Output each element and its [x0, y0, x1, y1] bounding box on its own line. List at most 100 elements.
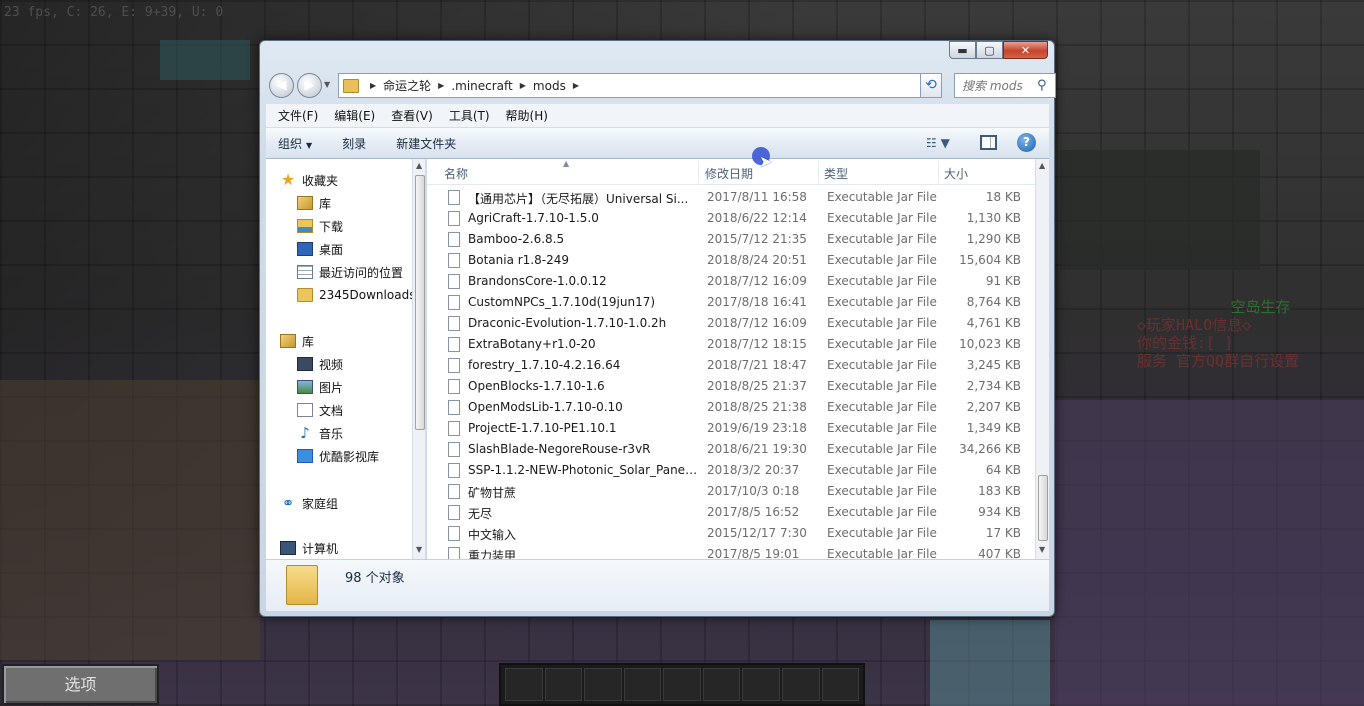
file-row[interactable]: OpenBlocks-1.7.10-1.6 2018/8/25 21:37 Exec…: [441, 376, 1033, 397]
file-row[interactable]: BrandonsCore-1.0.0.12 2018/7/12 16:09 Exec…: [441, 271, 1033, 292]
debug-overlay-text: 23 fps, C: 26, E: 9+39, U: 0: [4, 5, 224, 20]
search-icon[interactable]: ⚲: [1037, 78, 1047, 93]
close-button[interactable]: ✕: [1003, 41, 1048, 59]
search-input[interactable]: [955, 78, 1035, 93]
hotbar-slot[interactable]: [623, 668, 662, 701]
scroll-down-icon[interactable]: ▼: [1039, 545, 1045, 554]
back-button[interactable]: ◀: [269, 73, 294, 98]
file-type: Executable Jar File: [827, 463, 937, 477]
nav-label: 音乐: [319, 426, 344, 441]
file-row[interactable]: 无尽 2017/8/5 16:52 Executable Jar File 934 K…: [441, 502, 1033, 523]
nav-computer[interactable]: 计算机: [280, 537, 338, 559]
breadcrumb-separator-icon[interactable]: ▶: [370, 81, 376, 90]
address-bar[interactable]: ▶ 命运之轮 ▶ .minecraft ▶ mods ▶ ▼: [338, 73, 939, 98]
scroll-up-icon[interactable]: ▲: [1039, 161, 1045, 170]
nav-item-videos[interactable]: 视频: [297, 353, 343, 375]
scroll-down-icon[interactable]: ▼: [416, 545, 422, 554]
hotbar-slot[interactable]: [821, 668, 860, 701]
chevron-down-icon: ▼: [306, 140, 313, 150]
forward-button[interactable]: ▶: [297, 73, 322, 98]
nav-homegroup[interactable]: ⚭ 家庭组: [280, 492, 338, 514]
column-name[interactable]: 名称: [444, 165, 468, 182]
nav-item-library[interactable]: 库: [297, 192, 331, 214]
column-divider[interactable]: [818, 161, 819, 183]
file-row[interactable]: SSP-1.1.2-NEW-Photonic_Solar_Panel... 201…: [441, 460, 1033, 481]
file-row[interactable]: ExtraBotany+r1.0-20 2018/7/12 18:15 Execut…: [441, 334, 1033, 355]
nav-item-documents[interactable]: 文档: [297, 399, 343, 421]
nav-scroll-thumb[interactable]: [415, 175, 425, 430]
breadcrumb-item[interactable]: 命运之轮: [383, 77, 431, 94]
document-icon: [297, 403, 313, 417]
file-row[interactable]: AgriCraft-1.7.10-1.5.0 2018/6/22 12:14 Exe…: [441, 208, 1033, 229]
file-row[interactable]: ProjectE-1.7.10-PE1.10.1 2019/6/19 23:18 E…: [441, 418, 1033, 439]
nav-scrollbar[interactable]: ▲ ▼: [412, 159, 425, 559]
help-icon[interactable]: ?: [1017, 133, 1036, 152]
menu-edit[interactable]: 编辑(E): [326, 107, 383, 124]
history-dropdown-icon[interactable]: ▼: [324, 80, 330, 89]
nav-item-2345downloads[interactable]: 2345Downloads: [297, 284, 415, 306]
nav-item-downloads[interactable]: 下载: [297, 215, 343, 237]
background-block: [1060, 150, 1260, 270]
background-block: [1055, 400, 1364, 706]
breadcrumb-item[interactable]: .minecraft: [451, 79, 512, 93]
file-row[interactable]: Bamboo-2.6.8.5 2015/7/12 21:35 Executable …: [441, 229, 1033, 250]
maximize-button[interactable]: ▢: [976, 41, 1003, 59]
scroll-up-icon[interactable]: ▲: [416, 161, 422, 170]
breadcrumb-separator-icon[interactable]: ▶: [573, 81, 579, 90]
nav-item-music[interactable]: ♪ 音乐: [297, 422, 343, 444]
menu-view[interactable]: 查看(V): [383, 107, 441, 124]
burn-button[interactable]: 刻录: [342, 135, 366, 152]
organize-button[interactable]: 组织 ▼: [278, 135, 312, 152]
column-type[interactable]: 类型: [824, 165, 848, 182]
nav-libraries[interactable]: 库: [280, 330, 314, 352]
file-row[interactable]: SlashBlade-NegoreRouse-r3vR 2018/6/21 19:…: [441, 439, 1033, 460]
downloads-icon: [297, 219, 313, 233]
file-row[interactable]: Botania r1.8-249 2018/8/24 20:51 Executabl…: [441, 250, 1033, 271]
file-list-scroll-thumb[interactable]: [1038, 475, 1048, 541]
breadcrumb-item[interactable]: mods: [533, 79, 566, 93]
file-type: Executable Jar File: [827, 484, 937, 498]
nav-favorites[interactable]: ★ 收藏夹: [280, 169, 338, 191]
refresh-button[interactable]: ⟲: [920, 73, 942, 98]
file-row[interactable]: Draconic-Evolution-1.7.10-1.0.2h 2018/7/1…: [441, 313, 1033, 334]
file-row[interactable]: forestry_1.7.10-4.2.16.64 2018/7/21 18:47…: [441, 355, 1033, 376]
hotbar-slot[interactable]: [544, 668, 583, 701]
file-row[interactable]: OpenModsLib-1.7.10-0.10 2018/8/25 21:38 Ex…: [441, 397, 1033, 418]
menu-tools[interactable]: 工具(T): [441, 107, 498, 124]
new-folder-button[interactable]: 新建文件夹: [396, 135, 456, 152]
nav-item-desktop[interactable]: 桌面: [297, 238, 343, 260]
hotbar-slot[interactable]: [584, 668, 622, 701]
picture-icon: [297, 380, 313, 394]
file-list-scrollbar[interactable]: ▲ ▼: [1035, 159, 1049, 559]
file-row[interactable]: 中文输入 2015/12/17 7:30 Executable Jar File 17…: [441, 523, 1033, 544]
hotbar-slot[interactable]: [663, 668, 701, 701]
view-options-icon[interactable]: ☷ ▼: [926, 136, 950, 150]
file-row[interactable]: 矿物甘蔗 2017/10/3 0:18 Executable Jar File 183…: [441, 481, 1033, 502]
column-size[interactable]: 大小: [944, 165, 968, 182]
breadcrumb-separator-icon[interactable]: ▶: [520, 81, 526, 90]
hotbar-slot[interactable]: [742, 668, 780, 701]
column-divider[interactable]: [698, 161, 699, 183]
menu-help[interactable]: 帮助(H): [498, 107, 556, 124]
column-divider[interactable]: [938, 161, 939, 183]
file-row[interactable]: 【通用芯片】（无尽拓展）Universal Si... 2017/8/11 16:…: [441, 187, 1033, 208]
hotbar-slot[interactable]: [702, 668, 741, 701]
menu-file[interactable]: 文件(F): [270, 107, 326, 124]
hotbar-slot[interactable]: [781, 668, 820, 701]
jar-file-icon: [448, 379, 460, 394]
nav-item-recent-places[interactable]: 最近访问的位置: [297, 261, 403, 283]
file-name: Botania r1.8-249: [468, 253, 569, 267]
minimize-button[interactable]: ▬: [949, 41, 976, 59]
hotbar-slot[interactable]: [505, 668, 543, 701]
preview-pane-icon[interactable]: [980, 135, 997, 150]
column-date[interactable]: 修改日期: [705, 165, 753, 182]
file-row[interactable]: CustomNPCs_1.7.10d(19jun17) 2017/8/18 16:…: [441, 292, 1033, 313]
breadcrumb-separator-icon[interactable]: ▶: [438, 81, 444, 90]
item-count: 98 个对象: [345, 571, 405, 586]
nav-item-pictures[interactable]: 图片: [297, 376, 343, 398]
file-size: 1,349 KB: [966, 421, 1021, 435]
nav-label: 最近访问的位置: [319, 265, 404, 280]
file-row[interactable]: 重力装甲 2017/8/5 19:01 Executable Jar File 407…: [441, 544, 1033, 559]
options-button[interactable]: 选项: [2, 664, 159, 705]
nav-item-youku-library[interactable]: 优酷影视库: [297, 445, 379, 467]
